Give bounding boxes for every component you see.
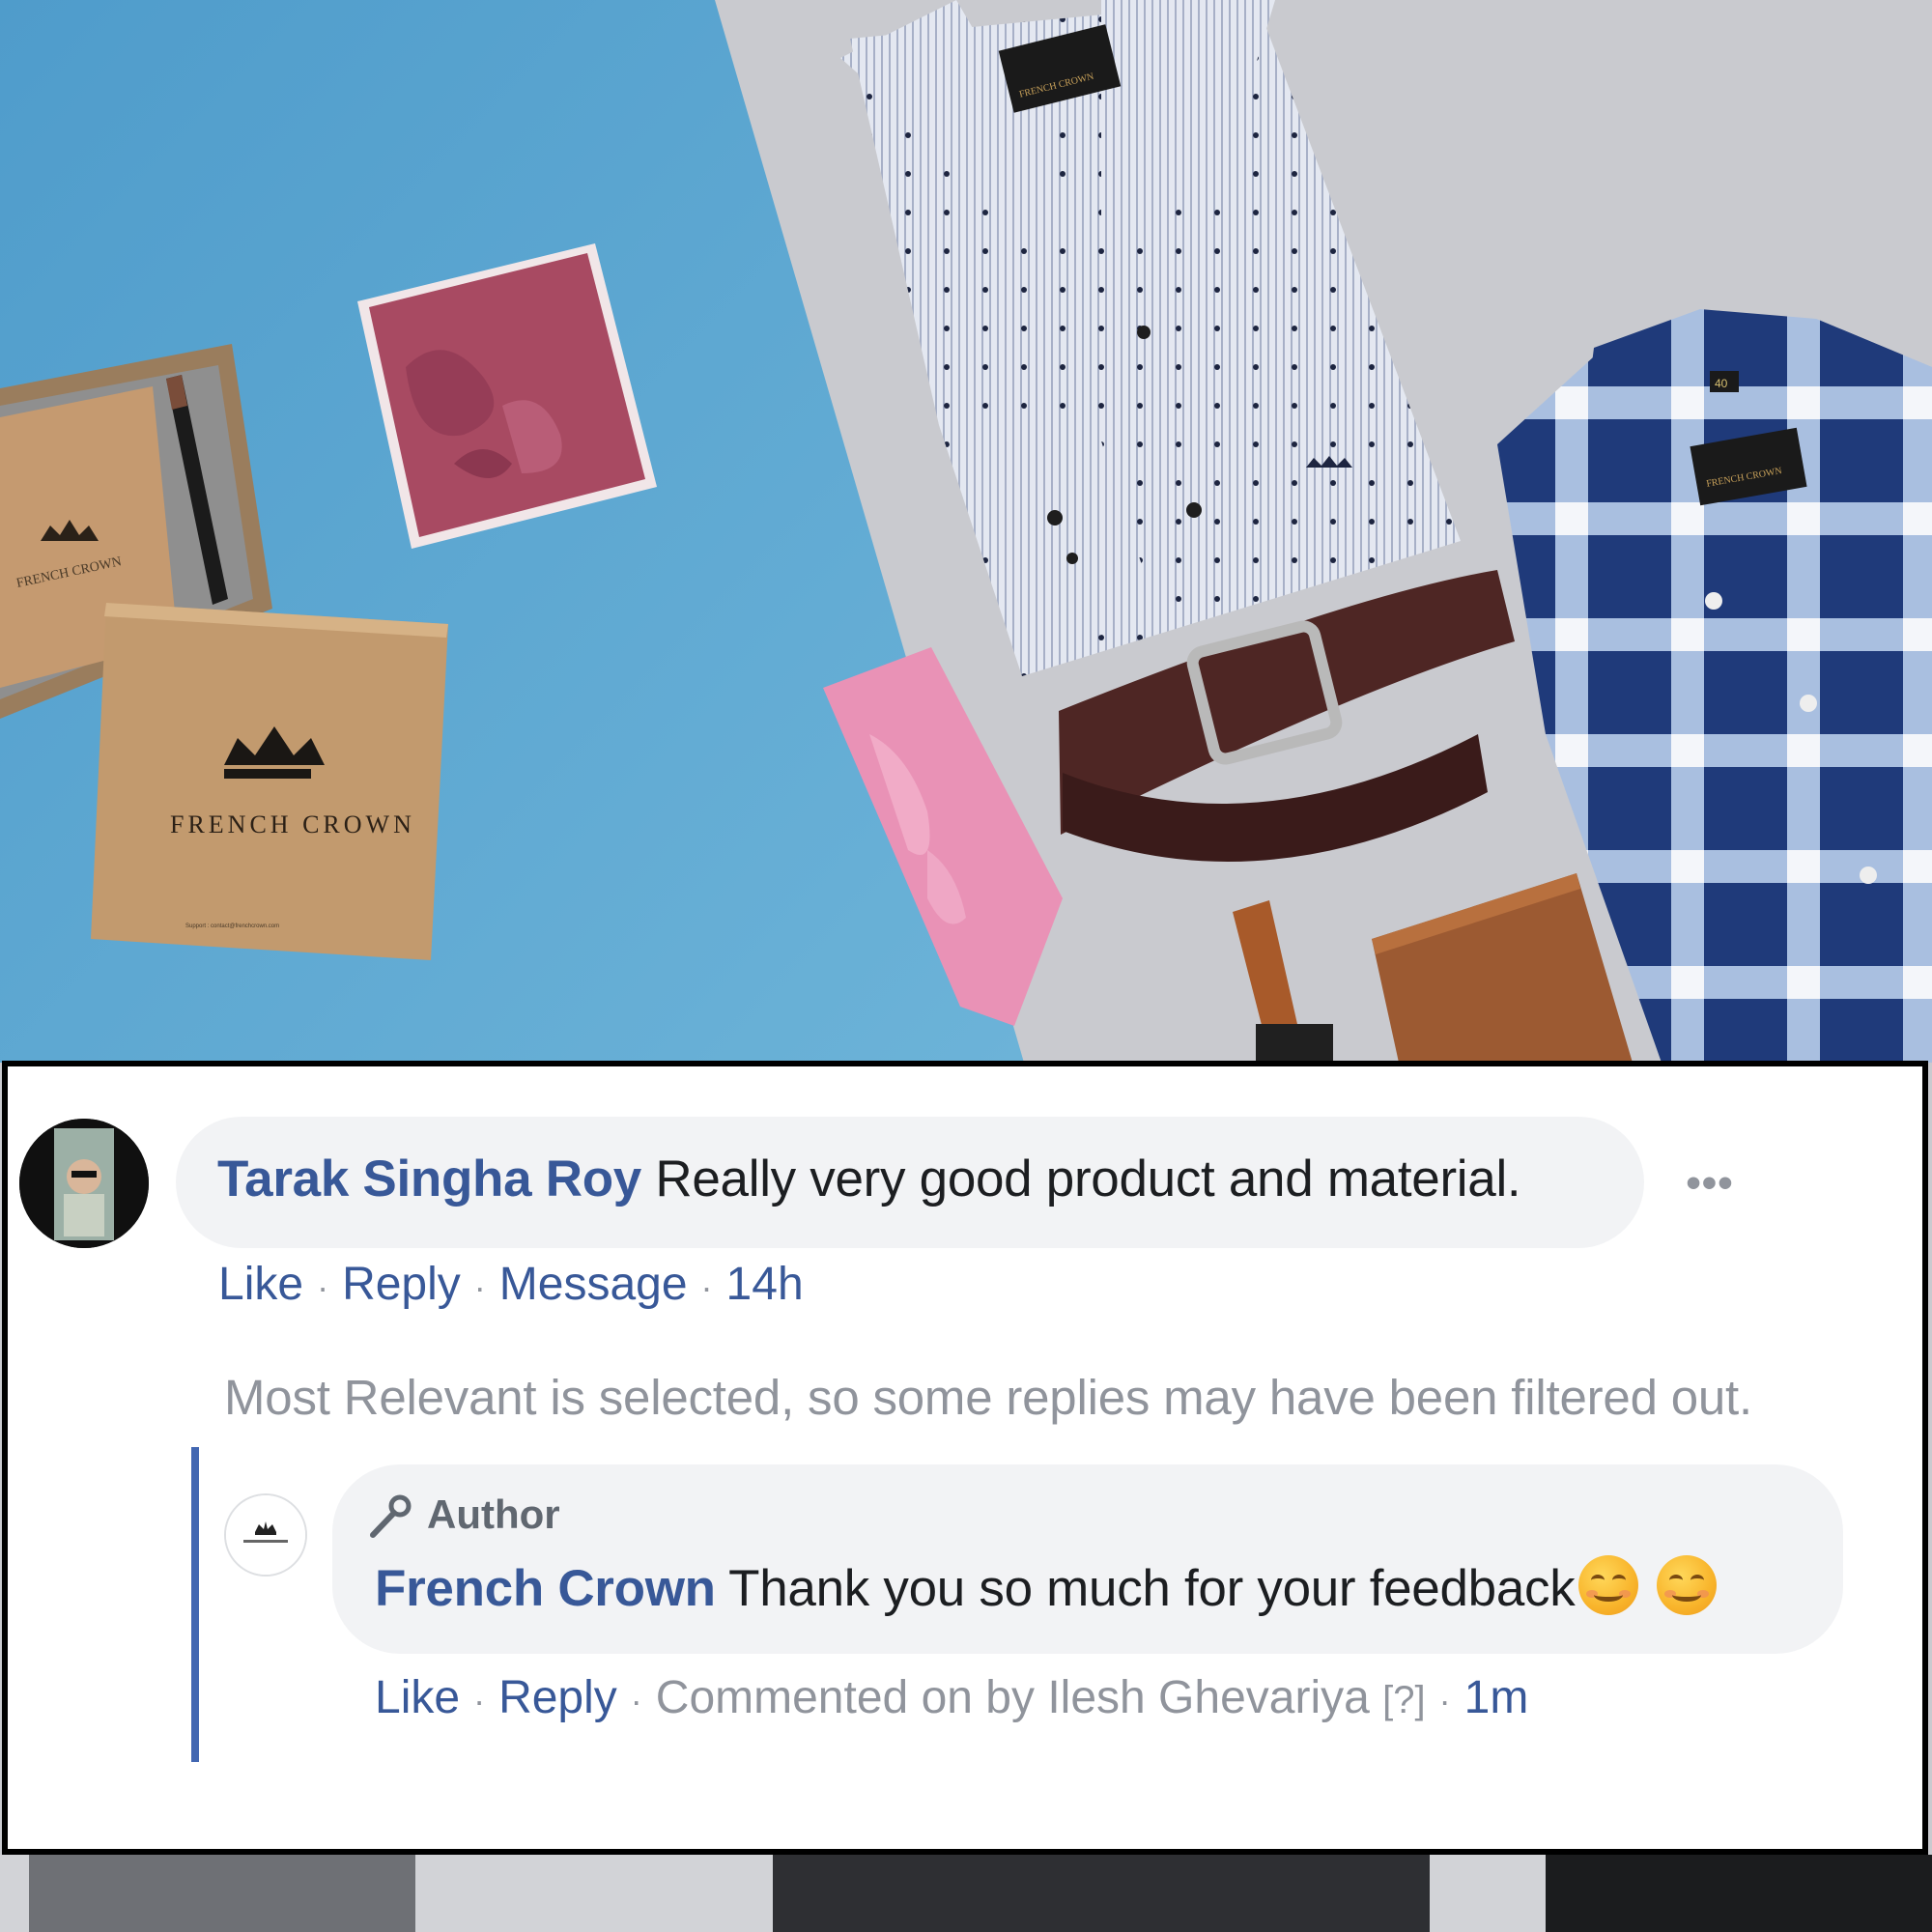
commented-by-text: Commented on by Ilesh Ghevariya — [655, 1672, 1370, 1723]
gift-box-closed: FRENCH CROWN Support : contact@frenchcro… — [91, 603, 448, 960]
separator-dot: · — [700, 1267, 713, 1307]
brand-box-text-2: FRENCH CROWN — [170, 810, 415, 838]
author-badge-label: Author — [427, 1492, 560, 1537]
microphone-icon — [370, 1494, 412, 1538]
reply-link[interactable]: Reply — [342, 1259, 461, 1310]
comment-actions: Like · Reply · Message · 14h — [218, 1256, 804, 1317]
smiling-face-emoji-icon — [1578, 1555, 1639, 1615]
help-link[interactable]: [?] — [1382, 1679, 1425, 1721]
reply-reply-link[interactable]: Reply — [498, 1672, 617, 1723]
separator-dot: · — [473, 1681, 486, 1720]
crown-logo-icon — [226, 1495, 305, 1575]
comment-body: Tarak Singha Roy Really very good produc… — [217, 1146, 1521, 1213]
reply-thread-line — [191, 1447, 199, 1762]
like-link[interactable]: Like — [218, 1259, 303, 1310]
avatar-photo — [19, 1119, 149, 1248]
author-badge: Author — [365, 1484, 560, 1546]
message-link[interactable]: Message — [499, 1259, 688, 1310]
page-avatar[interactable] — [224, 1493, 307, 1577]
reply-actions: Like · Reply · Commented on by Ilesh Ghevari… — [375, 1669, 1528, 1730]
box-support-text: Support : contact@frenchcrown.com — [185, 923, 279, 929]
more-options-icon[interactable]: ••• — [1681, 1159, 1739, 1207]
reply-text: Thank you so much for your feedback — [728, 1560, 1576, 1617]
reply-body: French Crown Thank you so much for your … — [375, 1555, 1717, 1623]
commenter-name[interactable]: Tarak Singha Roy — [217, 1151, 641, 1208]
reply-like-link[interactable]: Like — [375, 1672, 460, 1723]
filter-notice: Most Relevant is selected, so some repli… — [224, 1370, 1752, 1425]
page-name[interactable]: French Crown — [375, 1560, 716, 1617]
separator-dot: · — [630, 1681, 642, 1720]
shirt-size-tag: 40 — [1715, 377, 1728, 390]
commenter-avatar[interactable] — [19, 1119, 149, 1248]
reply-timestamp[interactable]: 1m — [1464, 1672, 1529, 1723]
comment-text: Really very good product and material. — [655, 1151, 1521, 1208]
separator-dot: · — [317, 1267, 329, 1307]
comment-timestamp[interactable]: 14h — [726, 1259, 804, 1310]
separator-dot: · — [473, 1267, 486, 1307]
separator-dot: · — [1438, 1681, 1451, 1720]
smiling-face-emoji-icon — [1656, 1555, 1717, 1615]
